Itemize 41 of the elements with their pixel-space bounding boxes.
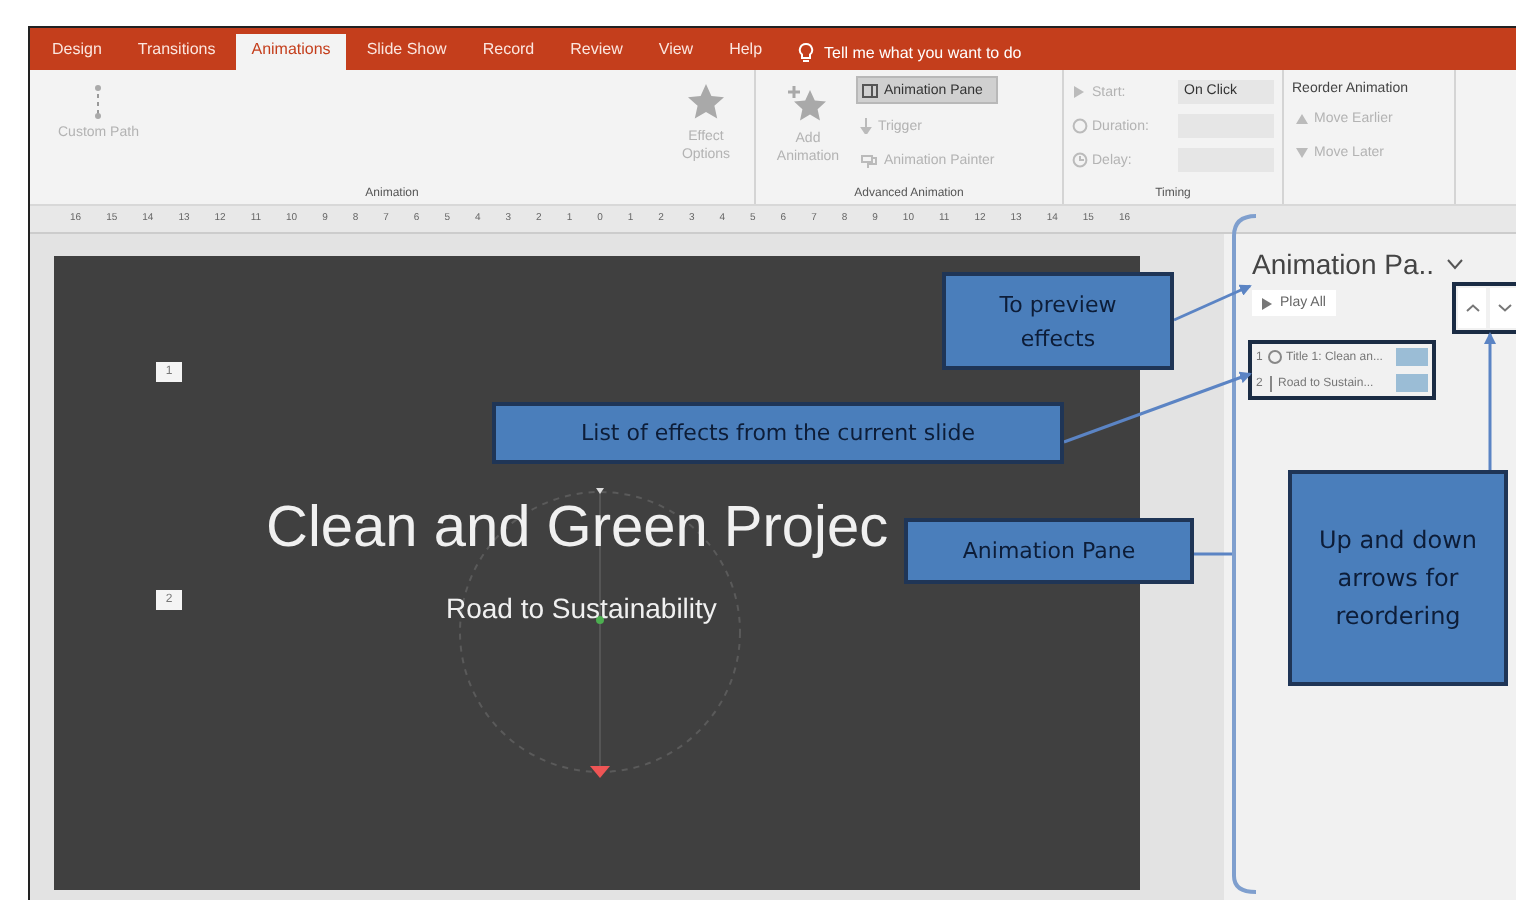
line-icon: [1268, 375, 1274, 391]
callout: Animation Pane: [904, 518, 1194, 584]
slide-title: Clean and Green Projec: [266, 496, 889, 562]
move-up-button[interactable]: [1458, 288, 1486, 328]
callout: To preview effects: [942, 272, 1174, 370]
ribbon-tab[interactable]: Record: [466, 34, 551, 70]
brush-icon: [860, 152, 878, 168]
callout: Up and down arrows for reordering: [1288, 470, 1508, 686]
move-down-button[interactable]: [1490, 288, 1516, 328]
star-icon: [686, 82, 726, 122]
down-triangle-icon: [1296, 147, 1308, 157]
chevron-down-icon: [1446, 258, 1465, 270]
lightbulb-icon: [798, 41, 815, 63]
ribbon-tab[interactable]: Slide Show: [350, 34, 463, 70]
callout: List of effects from the current slide: [492, 402, 1064, 464]
pane-title: Animation Pa..: [1252, 248, 1435, 280]
leader-line: [1173, 284, 1252, 322]
play-icon: [1072, 84, 1088, 100]
ribbon-tab[interactable]: Transitions: [121, 34, 232, 70]
tell-me-search[interactable]: Tell me what you want to do: [798, 34, 1022, 70]
timeline-bar-icon: [1396, 374, 1428, 392]
caret-down-icon: [1497, 304, 1511, 312]
dotted-path-icon: [92, 84, 105, 120]
star-plus-icon: [786, 84, 830, 124]
pane-icon: [862, 83, 878, 97]
play-icon: [1262, 297, 1272, 309]
trigger-icon: [860, 118, 872, 134]
ribbon-tab[interactable]: View: [642, 34, 710, 70]
leader-line: [1484, 332, 1496, 470]
slide-subtitle: Road to Sustainability: [446, 592, 717, 624]
circle-icon: [1268, 350, 1282, 364]
ribbon-tab[interactable]: Design: [36, 34, 118, 70]
leader-line: [1194, 552, 1232, 556]
ribbon-tab[interactable]: Review: [554, 34, 639, 70]
timeline-bar-icon: [1396, 348, 1428, 366]
clock-icon: [1072, 152, 1088, 168]
caret-up-icon: [1465, 304, 1479, 312]
circle-icon: [1072, 118, 1088, 134]
ribbon-tab[interactable]: Help: [713, 34, 779, 70]
ribbon-tab[interactable]: Animations: [235, 34, 347, 70]
up-triangle-icon: [1296, 113, 1308, 123]
